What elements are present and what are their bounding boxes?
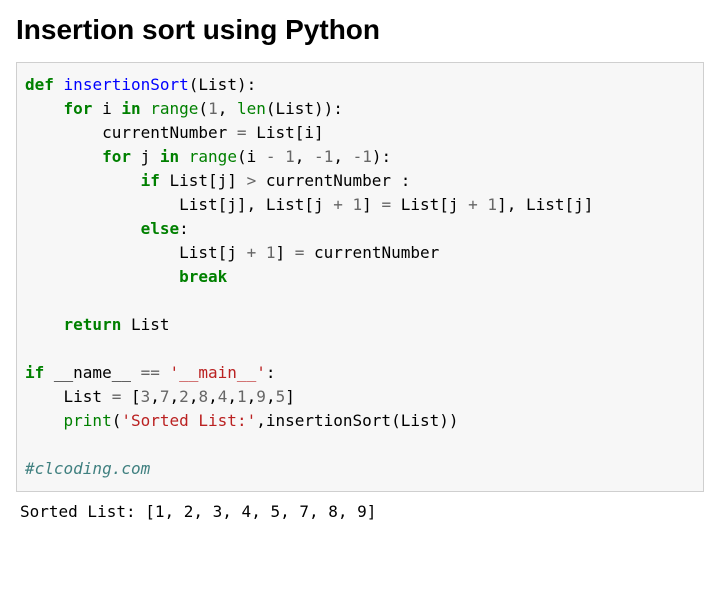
bi-len: len xyxy=(237,99,266,118)
rhs: currentNumber xyxy=(304,243,439,262)
c: , xyxy=(150,387,160,406)
kw-else: else xyxy=(141,219,180,238)
num-1: 1 xyxy=(324,147,334,166)
num: 3 xyxy=(141,387,151,406)
pre: List xyxy=(25,387,112,406)
fn-name: insertionSort xyxy=(64,75,189,94)
c: , xyxy=(189,387,199,406)
kw-for: for xyxy=(64,99,93,118)
bi-print: print xyxy=(64,411,112,430)
sp xyxy=(478,195,488,214)
lp: (i xyxy=(237,147,266,166)
num-1: 1 xyxy=(487,195,497,214)
cond2: currentNumber : xyxy=(256,171,410,190)
sp xyxy=(276,147,286,166)
str-main: '__main__' xyxy=(170,363,266,382)
op-plus: + xyxy=(333,195,343,214)
page-title: Insertion sort using Python xyxy=(16,14,704,46)
op-eq: = xyxy=(295,243,305,262)
num: 4 xyxy=(218,387,228,406)
op-eq: = xyxy=(237,123,247,142)
num: 1 xyxy=(237,387,247,406)
op-eqeq: == xyxy=(141,363,160,382)
sp xyxy=(343,195,353,214)
code-block: def insertionSort(List): for i in range(… xyxy=(16,62,704,492)
num: 2 xyxy=(179,387,189,406)
num: 9 xyxy=(256,387,266,406)
mid: ] xyxy=(362,195,381,214)
var-j: j xyxy=(131,147,160,166)
num-1: 1 xyxy=(362,147,372,166)
op-minus: - xyxy=(266,147,276,166)
post2: ], List[j] xyxy=(497,195,593,214)
kw-if: if xyxy=(25,363,44,382)
colon: : xyxy=(266,363,276,382)
rest: List xyxy=(121,315,169,334)
rest: ,insertionSort(List)) xyxy=(256,411,458,430)
c: , xyxy=(247,387,257,406)
post: ] xyxy=(275,243,294,262)
kw-if: if xyxy=(141,171,160,190)
bi-range: range xyxy=(150,99,198,118)
cond1: List[j] xyxy=(160,171,247,190)
lp: ( xyxy=(112,411,122,430)
kw-return: return xyxy=(64,315,122,334)
op-eq: = xyxy=(381,195,391,214)
sp xyxy=(141,99,151,118)
comma: , xyxy=(295,147,314,166)
rhs: List[i] xyxy=(247,123,324,142)
str-sorted: 'Sorted List:' xyxy=(121,411,256,430)
op-plus: + xyxy=(247,243,257,262)
close: ] xyxy=(285,387,295,406)
name-main: __name__ xyxy=(44,363,140,382)
kw-def: def xyxy=(25,75,54,94)
comma: , xyxy=(333,147,352,166)
output-block: Sorted List: [1, 2, 3, 4, 5, 7, 8, 9] xyxy=(16,492,704,524)
op-eq: = xyxy=(112,387,122,406)
num-1: 1 xyxy=(285,147,295,166)
sp xyxy=(256,243,266,262)
open: [ xyxy=(121,387,140,406)
op-neg: - xyxy=(314,147,324,166)
kw-break: break xyxy=(179,267,227,286)
bi-range: range xyxy=(189,147,237,166)
pre: List[j xyxy=(25,243,247,262)
comma: , xyxy=(218,99,237,118)
num: 5 xyxy=(276,387,286,406)
num: 8 xyxy=(198,387,208,406)
comment: #clcoding.com xyxy=(25,459,150,478)
lhs: currentNumber xyxy=(25,123,237,142)
pre: List[j], List[j xyxy=(25,195,333,214)
c: , xyxy=(227,387,237,406)
op-gt: > xyxy=(247,171,257,190)
kw-in: in xyxy=(160,147,179,166)
lp: ( xyxy=(198,99,208,118)
c: , xyxy=(208,387,218,406)
rest: (List)): xyxy=(266,99,343,118)
var-i: i xyxy=(92,99,121,118)
c: , xyxy=(266,387,276,406)
op-plus: + xyxy=(468,195,478,214)
colon: : xyxy=(179,219,189,238)
kw-in: in xyxy=(121,99,140,118)
num: 7 xyxy=(160,387,170,406)
num-1: 1 xyxy=(353,195,363,214)
c: , xyxy=(170,387,180,406)
kw-for: for xyxy=(102,147,131,166)
sp xyxy=(160,363,170,382)
op-neg: - xyxy=(353,147,363,166)
sp xyxy=(179,147,189,166)
post1: List[j xyxy=(391,195,468,214)
params: (List): xyxy=(189,75,256,94)
rp: ): xyxy=(372,147,391,166)
num-1: 1 xyxy=(208,99,218,118)
